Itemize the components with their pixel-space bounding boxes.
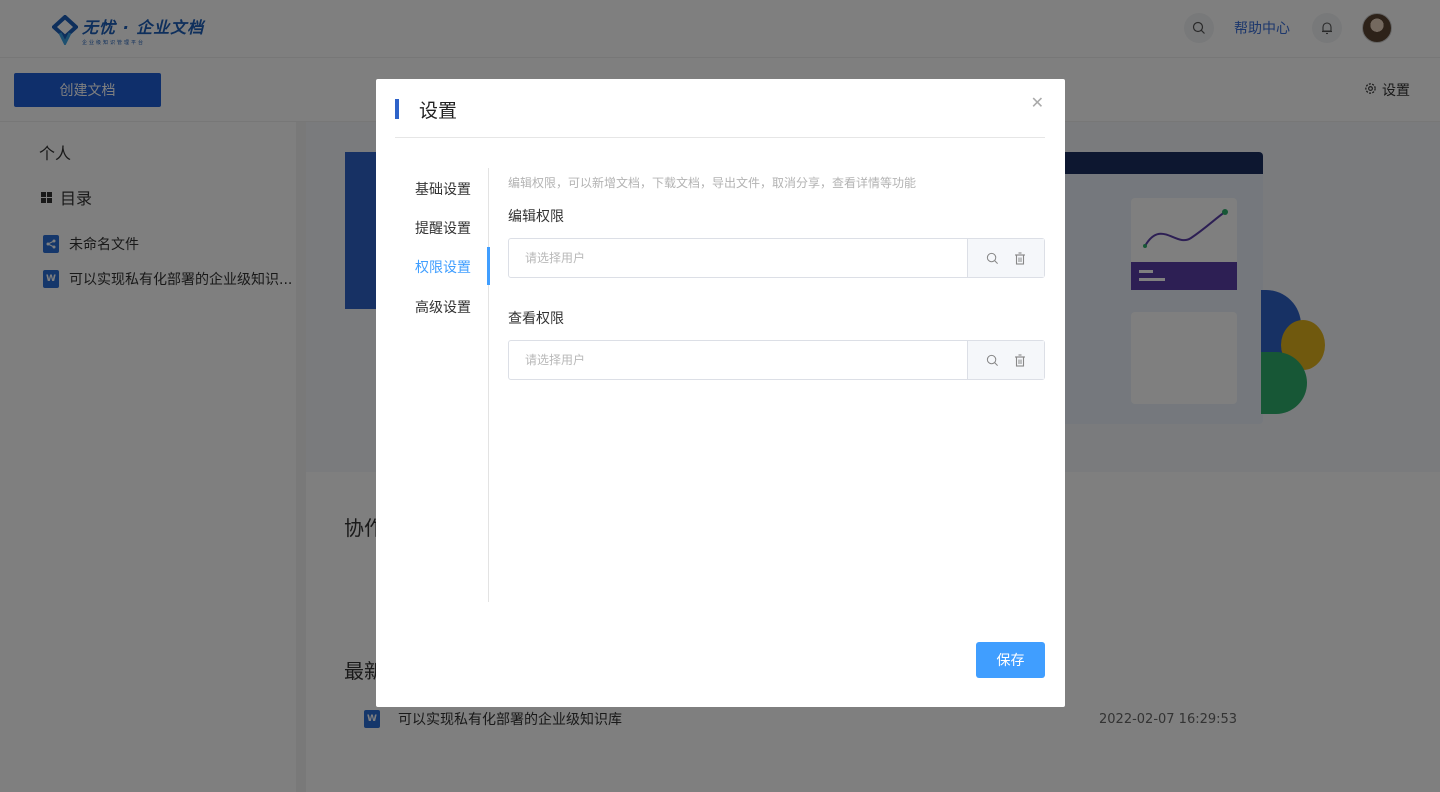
trash-icon[interactable] bbox=[1013, 353, 1027, 367]
view-permission-actions bbox=[967, 341, 1044, 379]
tab-advanced-settings[interactable]: 高级设置 bbox=[415, 297, 471, 317]
tab-reminder-settings[interactable]: 提醒设置 bbox=[415, 218, 471, 238]
dialog-title: 设置 bbox=[419, 100, 458, 122]
dialog-header: 设置 bbox=[395, 79, 1045, 138]
view-permission-label: 查看权限 bbox=[508, 311, 564, 327]
search-icon[interactable] bbox=[985, 353, 999, 367]
settings-dialog: 设置 ✕ 基础设置 提醒设置 权限设置 高级设置 编辑权限，可以新增文档，下载文… bbox=[376, 79, 1065, 707]
edit-permission-field bbox=[508, 238, 1045, 278]
view-permission-field bbox=[508, 340, 1045, 380]
save-button[interactable]: 保存 bbox=[976, 642, 1045, 678]
settings-tabs: 基础设置 提醒设置 权限设置 高级设置 bbox=[376, 168, 489, 602]
trash-icon[interactable] bbox=[1013, 251, 1027, 265]
permission-hint: 编辑权限，可以新增文档，下载文档，导出文件，取消分享，查看详情等功能 bbox=[508, 176, 917, 190]
tab-permission-settings[interactable]: 权限设置 bbox=[415, 257, 471, 277]
close-icon[interactable]: ✕ bbox=[1031, 95, 1044, 111]
search-icon[interactable] bbox=[985, 251, 999, 265]
title-accent-bar bbox=[395, 99, 399, 119]
edit-permission-actions bbox=[967, 239, 1044, 277]
view-permission-input[interactable] bbox=[509, 341, 967, 379]
active-tab-indicator bbox=[487, 247, 490, 285]
tab-basic-settings[interactable]: 基础设置 bbox=[415, 179, 471, 199]
edit-permission-label: 编辑权限 bbox=[508, 209, 564, 225]
edit-permission-input[interactable] bbox=[509, 239, 967, 277]
